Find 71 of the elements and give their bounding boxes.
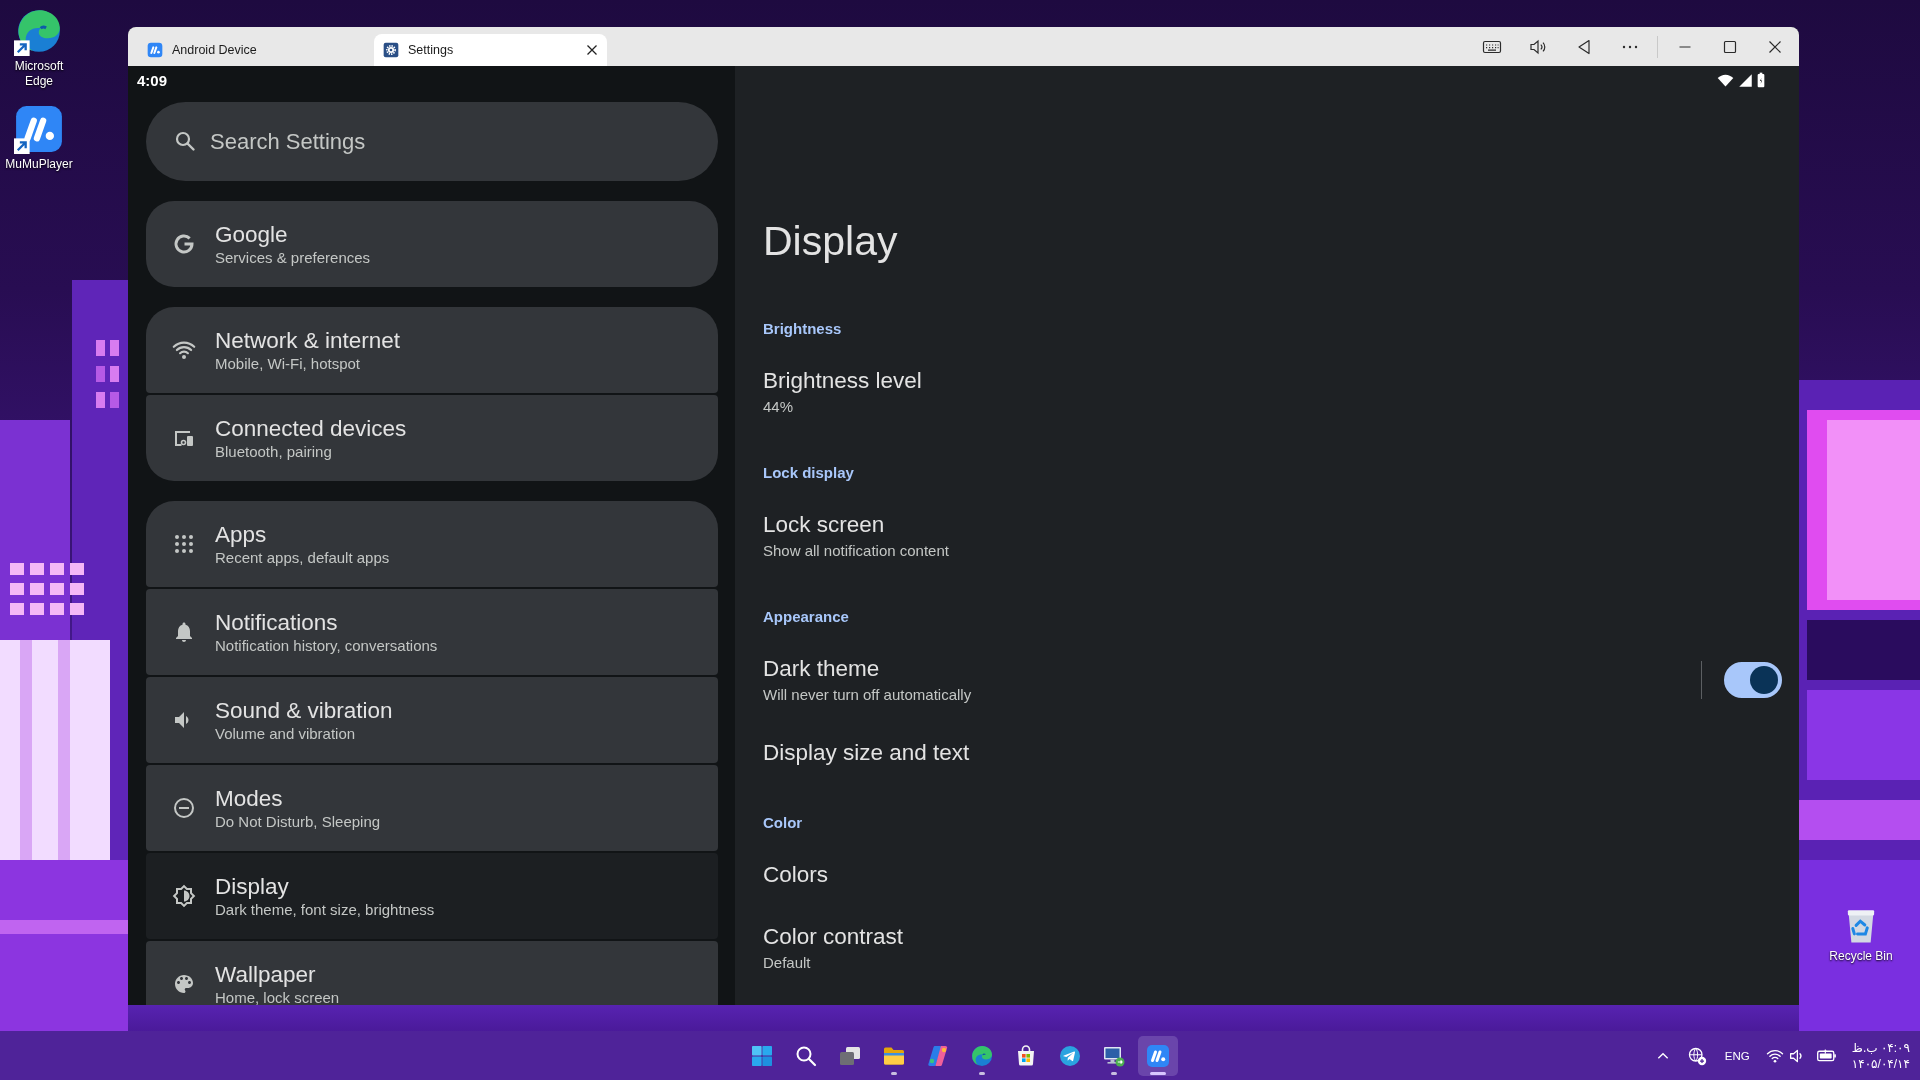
setting-title[interactable]: Dark theme xyxy=(763,654,880,684)
signal-icon xyxy=(1738,72,1753,88)
setting-title[interactable]: Colors xyxy=(763,860,829,890)
battery-icon[interactable] xyxy=(1815,1047,1838,1064)
category-subtitle: Home, lock screen xyxy=(215,988,340,1005)
category-subtitle: Recent apps, default apps xyxy=(215,548,390,567)
status-time: 4:09 xyxy=(137,71,168,89)
settings-category-card[interactable]: Google Services & preferences xyxy=(146,201,718,287)
app-logo-icon xyxy=(147,42,163,58)
category-title: Notifications xyxy=(215,609,339,636)
settings-category-card[interactable]: Display Dark theme, font size, brightness xyxy=(146,853,718,939)
category-subtitle: Mobile, Wi-Fi, hotspot xyxy=(215,354,362,373)
category-title: Sound & vibration xyxy=(215,697,393,724)
settings-category-card[interactable]: Modes Do Not Disturb, Sleeping xyxy=(146,765,718,851)
section-header: Appearance xyxy=(763,607,849,627)
language-indicator[interactable]: ENG xyxy=(1724,1049,1750,1062)
ribbon-icon[interactable] xyxy=(926,1043,950,1068)
category-subtitle: Volume and vibration xyxy=(215,724,357,743)
brightness-icon xyxy=(172,884,196,908)
settings-category-card[interactable]: Network & internet Mobile, Wi-Fi, hotspot xyxy=(146,307,718,393)
gear-icon xyxy=(383,42,399,58)
setting-summary: 44% xyxy=(763,397,794,417)
four-squares-icon[interactable] xyxy=(750,1043,774,1068)
section-header: Color xyxy=(763,813,803,833)
setting-summary: Will never turn off automatically xyxy=(763,685,972,705)
desktop-icon-label[interactable]: Microsoft Edge xyxy=(0,59,78,89)
section-header: Lock display xyxy=(763,463,854,483)
dots-grid-icon xyxy=(172,532,196,556)
category-title: Google xyxy=(215,221,289,248)
category-title: Connected devices xyxy=(215,415,407,442)
taskbar-app-button[interactable] xyxy=(1138,1035,1178,1076)
category-title: Display xyxy=(215,873,290,900)
setting-title[interactable]: Display size and text xyxy=(763,738,970,768)
setting-title[interactable]: Color contrast xyxy=(763,922,904,952)
paper-plane-icon[interactable] xyxy=(1058,1043,1082,1068)
category-subtitle: Notification history, conversations xyxy=(215,636,438,655)
desktop-icon-label[interactable]: Recycle Bin xyxy=(1822,949,1900,964)
app-logo-icon[interactable] xyxy=(14,104,64,154)
category-title: Network & internet xyxy=(215,327,401,354)
settings-category-card[interactable]: Connected devices Bluetooth, pairing xyxy=(146,395,718,481)
clock-time[interactable]: ۰۴:۰۹ ب.ظ xyxy=(1851,1039,1910,1056)
app-logo-icon xyxy=(1146,1043,1170,1068)
g-logo-icon xyxy=(172,232,196,256)
page-title: Display xyxy=(763,217,898,266)
category-title: Apps xyxy=(215,521,268,548)
category-title: Modes xyxy=(215,785,284,812)
globe-icon[interactable] xyxy=(1686,1045,1707,1066)
section-header: Brightness xyxy=(763,319,842,339)
toggle-switch[interactable] xyxy=(1724,662,1782,698)
category-subtitle: Dark theme, font size, brightness xyxy=(215,900,435,919)
setting-summary: Show all notification content xyxy=(763,541,949,561)
category-subtitle: Bluetooth, pairing xyxy=(215,442,333,461)
category-subtitle: Services & preferences xyxy=(215,248,371,267)
category-title: Wallpaper xyxy=(215,961,317,988)
settings-category-card[interactable]: Apps Recent apps, default apps xyxy=(146,501,718,587)
close-icon[interactable] xyxy=(586,44,598,56)
settings-category-card[interactable]: Wallpaper Home, lock screen xyxy=(146,941,718,1005)
palette-icon xyxy=(172,972,196,996)
clock-date[interactable]: ۱۴۰۵/۰۴/۱۴ xyxy=(1851,1055,1910,1072)
settings-category-card[interactable]: Notifications Notification history, conversations xyxy=(146,589,718,675)
minus-circle-icon xyxy=(172,796,196,820)
desktop-icon-label[interactable]: MuMuPlayer xyxy=(0,157,78,172)
tab[interactable]: Settings xyxy=(374,34,607,66)
search-field[interactable]: Search Settings xyxy=(146,102,718,181)
tab[interactable]: Android Device xyxy=(138,34,371,66)
search-icon xyxy=(173,129,197,153)
setting-title[interactable]: Lock screen xyxy=(763,510,885,540)
setting-title[interactable]: Brightness level xyxy=(763,366,922,396)
setting-summary: Default xyxy=(763,953,811,973)
settings-category-card[interactable]: Sound & vibration Volume and vibration xyxy=(146,677,718,763)
category-subtitle: Do Not Disturb, Sleeping xyxy=(215,812,381,831)
